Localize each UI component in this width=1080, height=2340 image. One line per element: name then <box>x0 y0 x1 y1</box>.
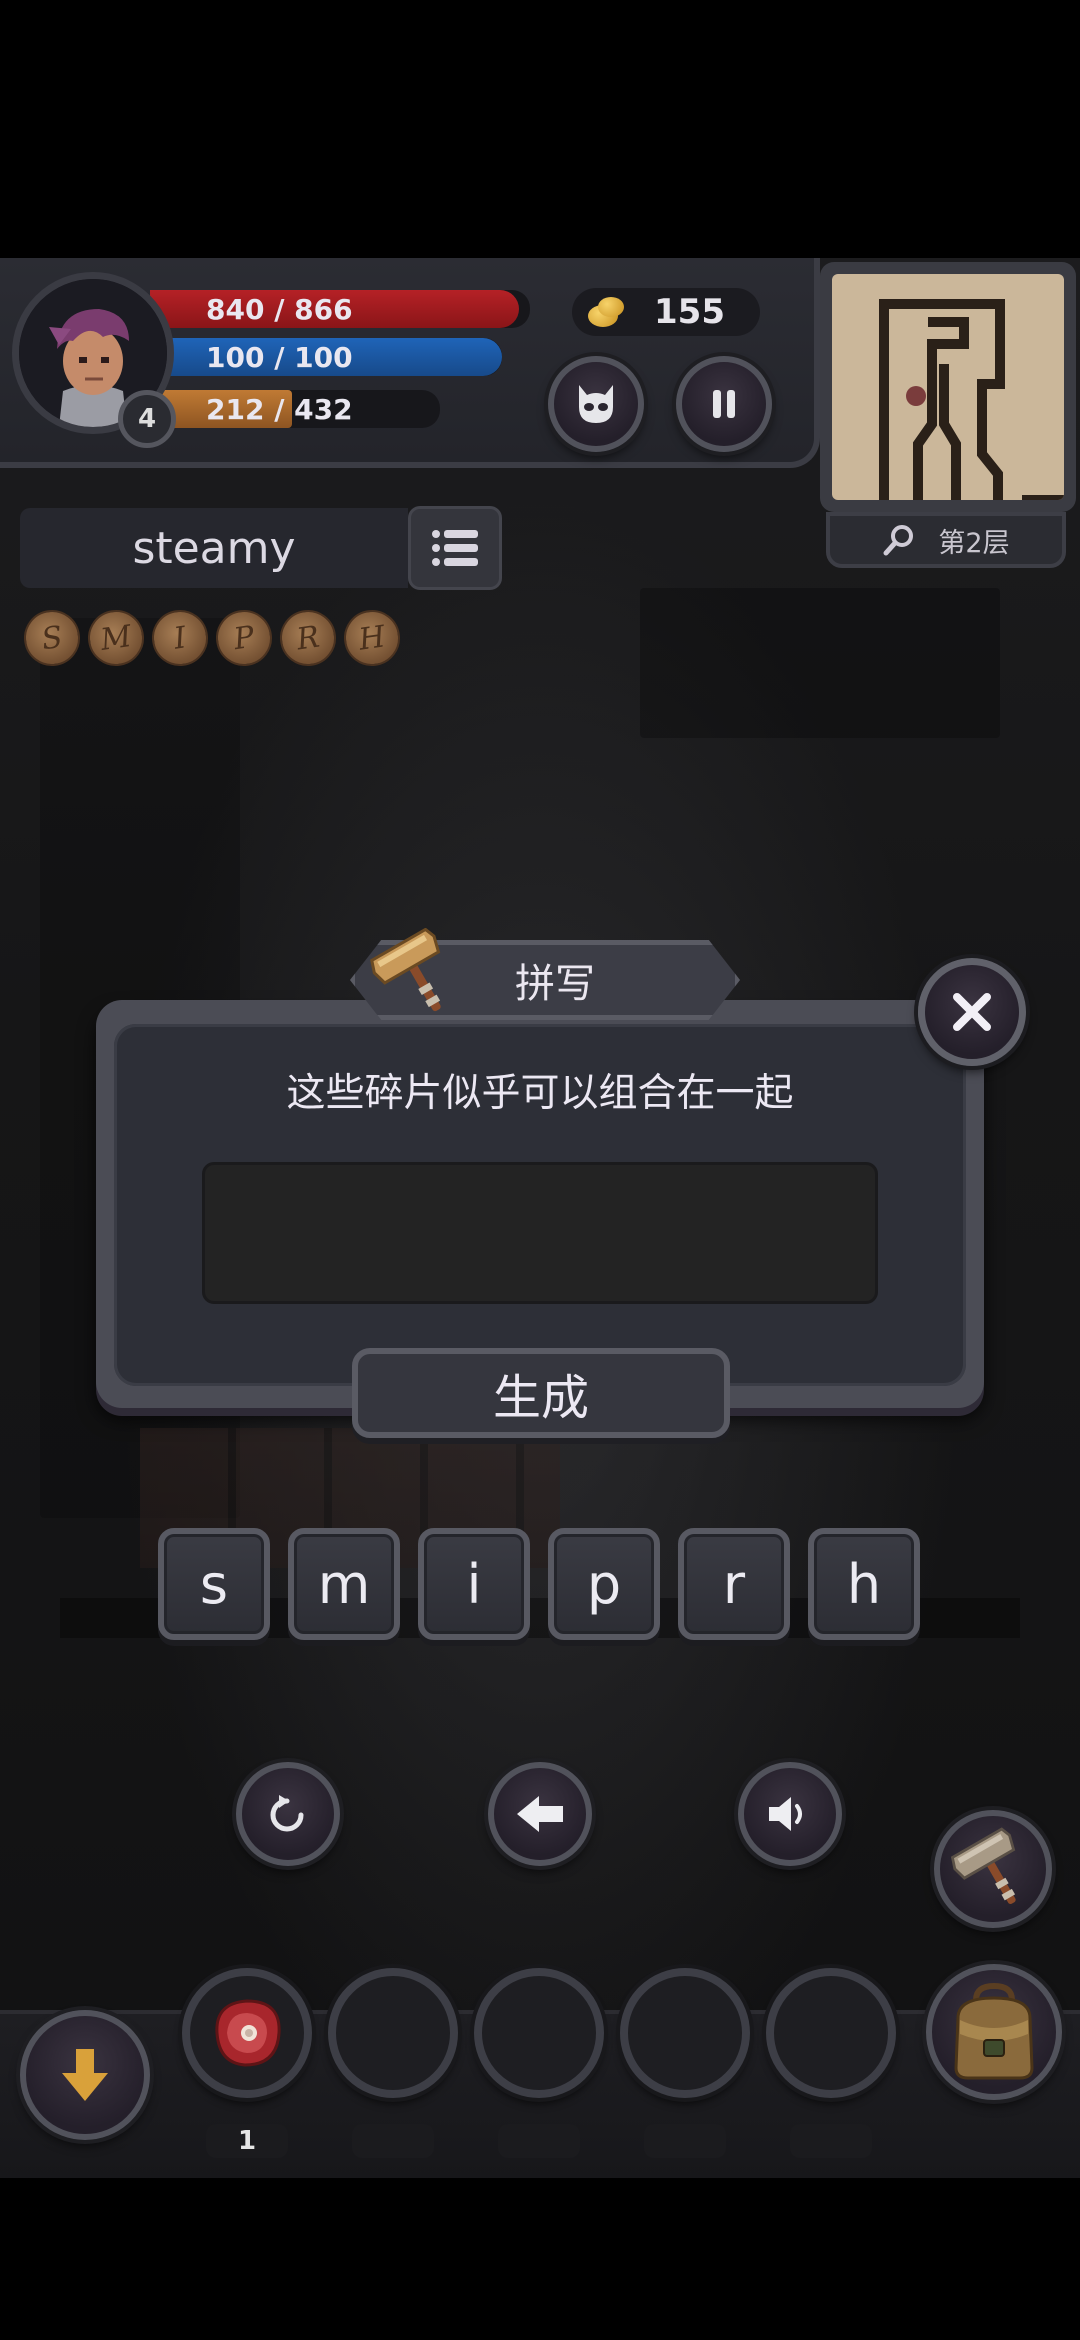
inventory-slot-2[interactable] <box>328 1968 458 2098</box>
xp-text-row: 212 / 432 <box>150 390 353 428</box>
inventory-slot-1[interactable] <box>182 1968 312 2098</box>
backpack-button[interactable] <box>926 1964 1062 2100</box>
floor-label: 第2层 <box>938 527 1010 559</box>
letter-tile-p[interactable]: p <box>548 1528 660 1640</box>
word-list-button[interactable] <box>408 506 502 590</box>
xp-current: 212 <box>206 392 265 426</box>
pause-button[interactable] <box>676 356 772 452</box>
status-bar-area <box>0 0 1080 258</box>
hp-text: 840 / 866 <box>206 292 353 326</box>
spell-input-field[interactable] <box>202 1162 878 1304</box>
inventory-count-3 <box>498 2124 580 2158</box>
magnifier-icon <box>883 525 914 556</box>
hammer-icon <box>950 1827 1016 1904</box>
inventory-slot-3[interactable] <box>474 1968 604 2098</box>
gold-counter: 155 <box>572 288 760 336</box>
meat-icon <box>215 1999 281 2067</box>
rune-fragments: S M I P R H <box>20 606 404 670</box>
letter-tile-h[interactable]: h <box>808 1528 920 1640</box>
level-badge: 4 <box>118 390 176 448</box>
pause-icon <box>713 390 735 418</box>
rune-fragment: I <box>148 606 212 670</box>
dialog-message: 这些碎片似乎可以组合在一起 <box>286 1071 794 1116</box>
letter-tile-s[interactable]: s <box>158 1528 270 1640</box>
refresh-icon <box>270 1795 304 1832</box>
inventory-count-1: 1 <box>206 2124 288 2158</box>
minimap-layout <box>879 299 1064 500</box>
minimap[interactable] <box>820 262 1076 512</box>
inventory-count-2 <box>352 2124 434 2158</box>
backpack-icon <box>954 1982 1034 2080</box>
mp-bar: 100 / 100 <box>150 338 502 376</box>
inventory-count-4 <box>644 2124 726 2158</box>
nav-bar-area <box>0 2178 1080 2340</box>
skull-mask-icon <box>579 385 613 423</box>
close-button[interactable] <box>918 958 1026 1066</box>
arrow-down-icon <box>62 2049 108 2101</box>
rune-fragment: S <box>20 606 84 670</box>
speaker-button[interactable] <box>738 1762 842 1866</box>
speaker-icon <box>769 1797 802 1831</box>
letter-tile-r[interactable]: r <box>678 1528 790 1640</box>
hp-bar: 840 / 866 <box>150 290 519 328</box>
hammer-icon <box>370 928 441 1012</box>
wall-shadow <box>640 588 1000 738</box>
rune-fragment: R <box>276 606 340 670</box>
rune-fragment: P <box>212 606 276 670</box>
xp-max: / 432 <box>264 392 353 426</box>
close-icon <box>953 993 991 1031</box>
dialog-title: 拼写 <box>515 961 595 1007</box>
backspace-button[interactable] <box>488 1762 592 1866</box>
floor-indicator[interactable]: 第2层 <box>826 512 1066 568</box>
letter-tiles: s m i p r h <box>158 1528 920 1640</box>
arrow-left-icon <box>517 1796 563 1832</box>
mp-text: 100 / 100 <box>206 340 353 374</box>
inventory-slot-5[interactable] <box>766 1968 896 2098</box>
gold-amount: 155 <box>654 292 725 332</box>
gold-coins-icon <box>588 297 628 327</box>
rune-fragment: H <box>340 606 404 670</box>
spell-hammer-button[interactable] <box>934 1810 1052 1928</box>
inventory-slot-4[interactable] <box>620 1968 750 2098</box>
list-icon <box>432 530 478 566</box>
current-word: steamy <box>20 508 408 588</box>
generate-button[interactable]: 生成 <box>352 1348 730 1438</box>
inventory-count-5 <box>790 2124 872 2158</box>
reset-button[interactable] <box>236 1762 340 1866</box>
monster-button[interactable] <box>548 356 644 452</box>
rune-fragment: M <box>84 606 148 670</box>
minimap-view <box>832 274 1064 500</box>
descend-button[interactable] <box>20 2010 150 2140</box>
letter-tile-m[interactable]: m <box>288 1528 400 1640</box>
letter-tile-i[interactable]: i <box>418 1528 530 1640</box>
